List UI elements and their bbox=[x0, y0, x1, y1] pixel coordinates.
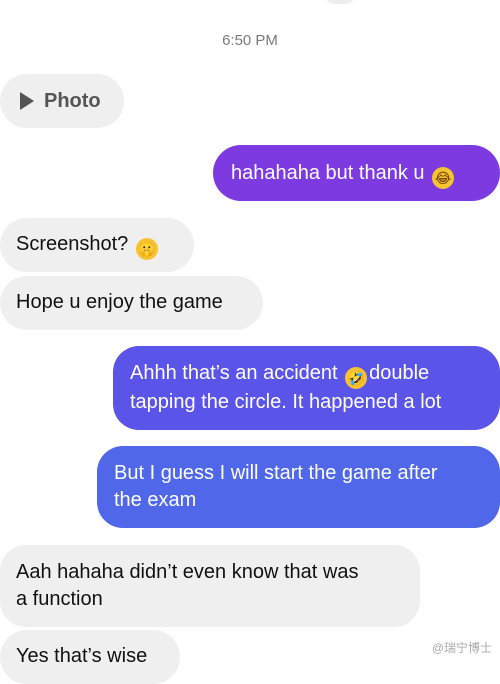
message-line: But I guess I will start the game after bbox=[114, 462, 438, 484]
incoming-message[interactable]: Aah hahaha didn’t even know that was a f… bbox=[0, 545, 420, 627]
photo-message[interactable]: Photo bbox=[0, 74, 124, 128]
message-line: Ahhh that’s an accident 🤣 double bbox=[130, 360, 500, 389]
message-text: hahahaha but thank u bbox=[231, 162, 425, 184]
message-line: the exam bbox=[114, 489, 197, 511]
message-line: Aah hahaha didn’t even know that was bbox=[16, 561, 359, 583]
incoming-message[interactable]: Screenshot? 🤫 bbox=[0, 218, 194, 272]
timestamp: 6:50 PM bbox=[222, 32, 278, 49]
outgoing-message[interactable]: Ahhh that’s an accident 🤣 double tapping … bbox=[113, 346, 500, 430]
message-line: tapping the circle. It happened a lot bbox=[130, 391, 442, 413]
message-text: Hope u enjoy the game bbox=[16, 291, 223, 313]
incoming-message[interactable]: Hope u enjoy the game bbox=[0, 276, 263, 330]
incoming-message[interactable]: Yes that’s wise bbox=[0, 630, 180, 684]
photo-label: Photo bbox=[44, 89, 101, 112]
message-line: a function bbox=[16, 588, 103, 610]
outgoing-message[interactable]: hahahaha but thank u 😂 bbox=[213, 145, 500, 201]
message-text: double bbox=[369, 362, 430, 384]
tears-of-joy-emoji-icon: 😂 bbox=[432, 167, 455, 189]
rolling-laughing-emoji-icon: 🤣 bbox=[345, 367, 368, 389]
message-text: Yes that’s wise bbox=[16, 645, 148, 667]
outgoing-message[interactable]: But I guess I will start the game after … bbox=[97, 446, 500, 528]
message-text: Ahhh that’s an accident bbox=[130, 362, 338, 384]
shushing-face-emoji-icon: 🤫 bbox=[135, 238, 158, 260]
play-icon bbox=[20, 92, 34, 110]
watermark: @瑞宁博士 bbox=[431, 641, 492, 655]
message-text: Screenshot? bbox=[16, 233, 129, 255]
previous-message-stub bbox=[322, 0, 358, 4]
